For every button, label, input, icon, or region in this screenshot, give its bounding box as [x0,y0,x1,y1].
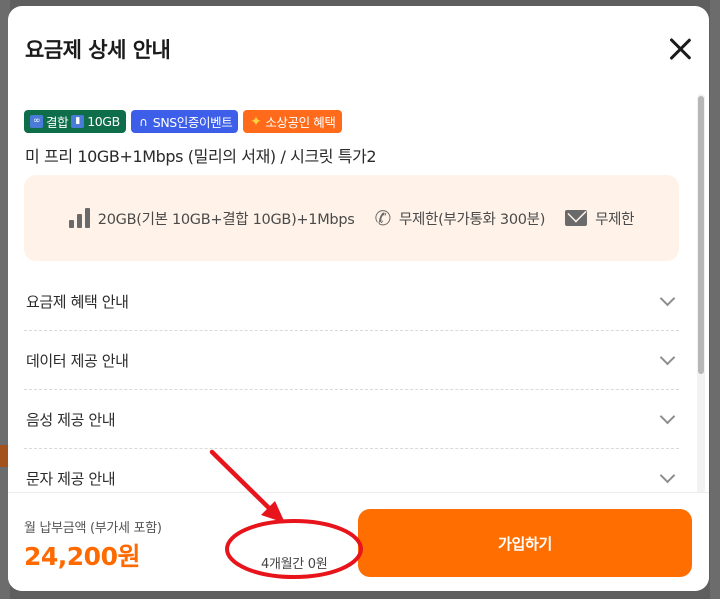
signal-icon: ▮ [71,115,85,128]
chevron-down-icon [659,349,676,365]
accordion-data-info[interactable]: 데이터 제공 안내 [24,331,679,390]
plan-tags: ∞ 결합 ▮ 10GB ∩ SNS인증이벤트 ✦ 소상공인 혜택 [24,110,342,133]
sms-spec: 무제한 [565,208,635,229]
join-button[interactable]: 가입하기 [358,509,692,577]
monthly-fee-label: 월 납부금액 (부가세 포함) [24,521,162,536]
accordion-label: 문자 제공 안내 [26,469,116,488]
chevron-down-icon [659,467,676,483]
sms-spec-text: 무제한 [595,211,635,228]
bundle-tag: ∞ 결합 ▮ 10GB [24,110,126,133]
modal-footer: 월 납부금액 (부가세 포함) 24,200원 4개월간 0원 가입하기 [8,492,709,591]
bundle-tag-extra: 10GB [87,114,120,129]
accordion-voice-info[interactable]: 음성 제공 안내 [24,390,679,449]
discount-period-text: 4개월간 0원 [261,557,328,572]
plan-name: 미 프리 10GB+1Mbps (밀리의 서재) / 시크릿 특가2 [25,147,377,166]
infinity-icon: ∞ [30,115,43,128]
chevron-down-icon [659,408,676,424]
accordion-label: 요금제 혜택 안내 [26,292,129,311]
chevron-down-icon [659,290,676,306]
data-spec-text: 20GB(기본 10GB+결합 10GB)+1Mbps [97,211,355,228]
voice-spec: ✆ 무제한(부가통화 300분) [374,208,545,229]
data-spec: 20GB(기본 10GB+결합 10GB)+1Mbps [68,208,355,229]
mail-icon [565,210,588,226]
background-badge [0,445,8,467]
background-page-right [710,0,720,599]
accordion-label: 음성 제공 안내 [26,410,116,429]
sparkle-icon: ✦ [250,113,262,130]
scrollbar-thumb[interactable] [698,96,704,374]
small-business-tag: ✦ 소상공인 혜택 [243,110,342,133]
plan-detail-modal: 요금제 상세 안내 ∞ 결합 ▮ 10GB ∩ SNS인증이벤트 ✦ 소상공인 … [8,6,709,591]
accordion-benefit-info[interactable]: 요금제 혜택 안내 [24,272,679,331]
info-accordion: 요금제 혜택 안내 데이터 제공 안내 음성 제공 안내 문자 제공 안내 [24,272,679,508]
small-business-tag-label: 소상공인 혜택 [265,115,336,130]
close-icon[interactable] [663,32,697,66]
phone-icon: ✆ [374,206,391,230]
signal-bars-icon [68,208,90,228]
headset-icon: ∩ [139,114,148,129]
plan-spec-box: 20GB(기본 10GB+결합 10GB)+1Mbps ✆ 무제한(부가통화 3… [24,175,679,261]
bundle-tag-label: 결합 [46,115,69,130]
sns-event-tag: ∩ SNS인증이벤트 [130,110,239,133]
modal-title: 요금제 상세 안내 [25,38,171,62]
monthly-fee-value: 24,200원 [24,542,140,571]
voice-spec-text: 무제한(부가통화 300분) [398,211,546,228]
sns-event-tag-label: SNS인증이벤트 [152,115,233,130]
accordion-label: 데이터 제공 안내 [26,351,129,370]
